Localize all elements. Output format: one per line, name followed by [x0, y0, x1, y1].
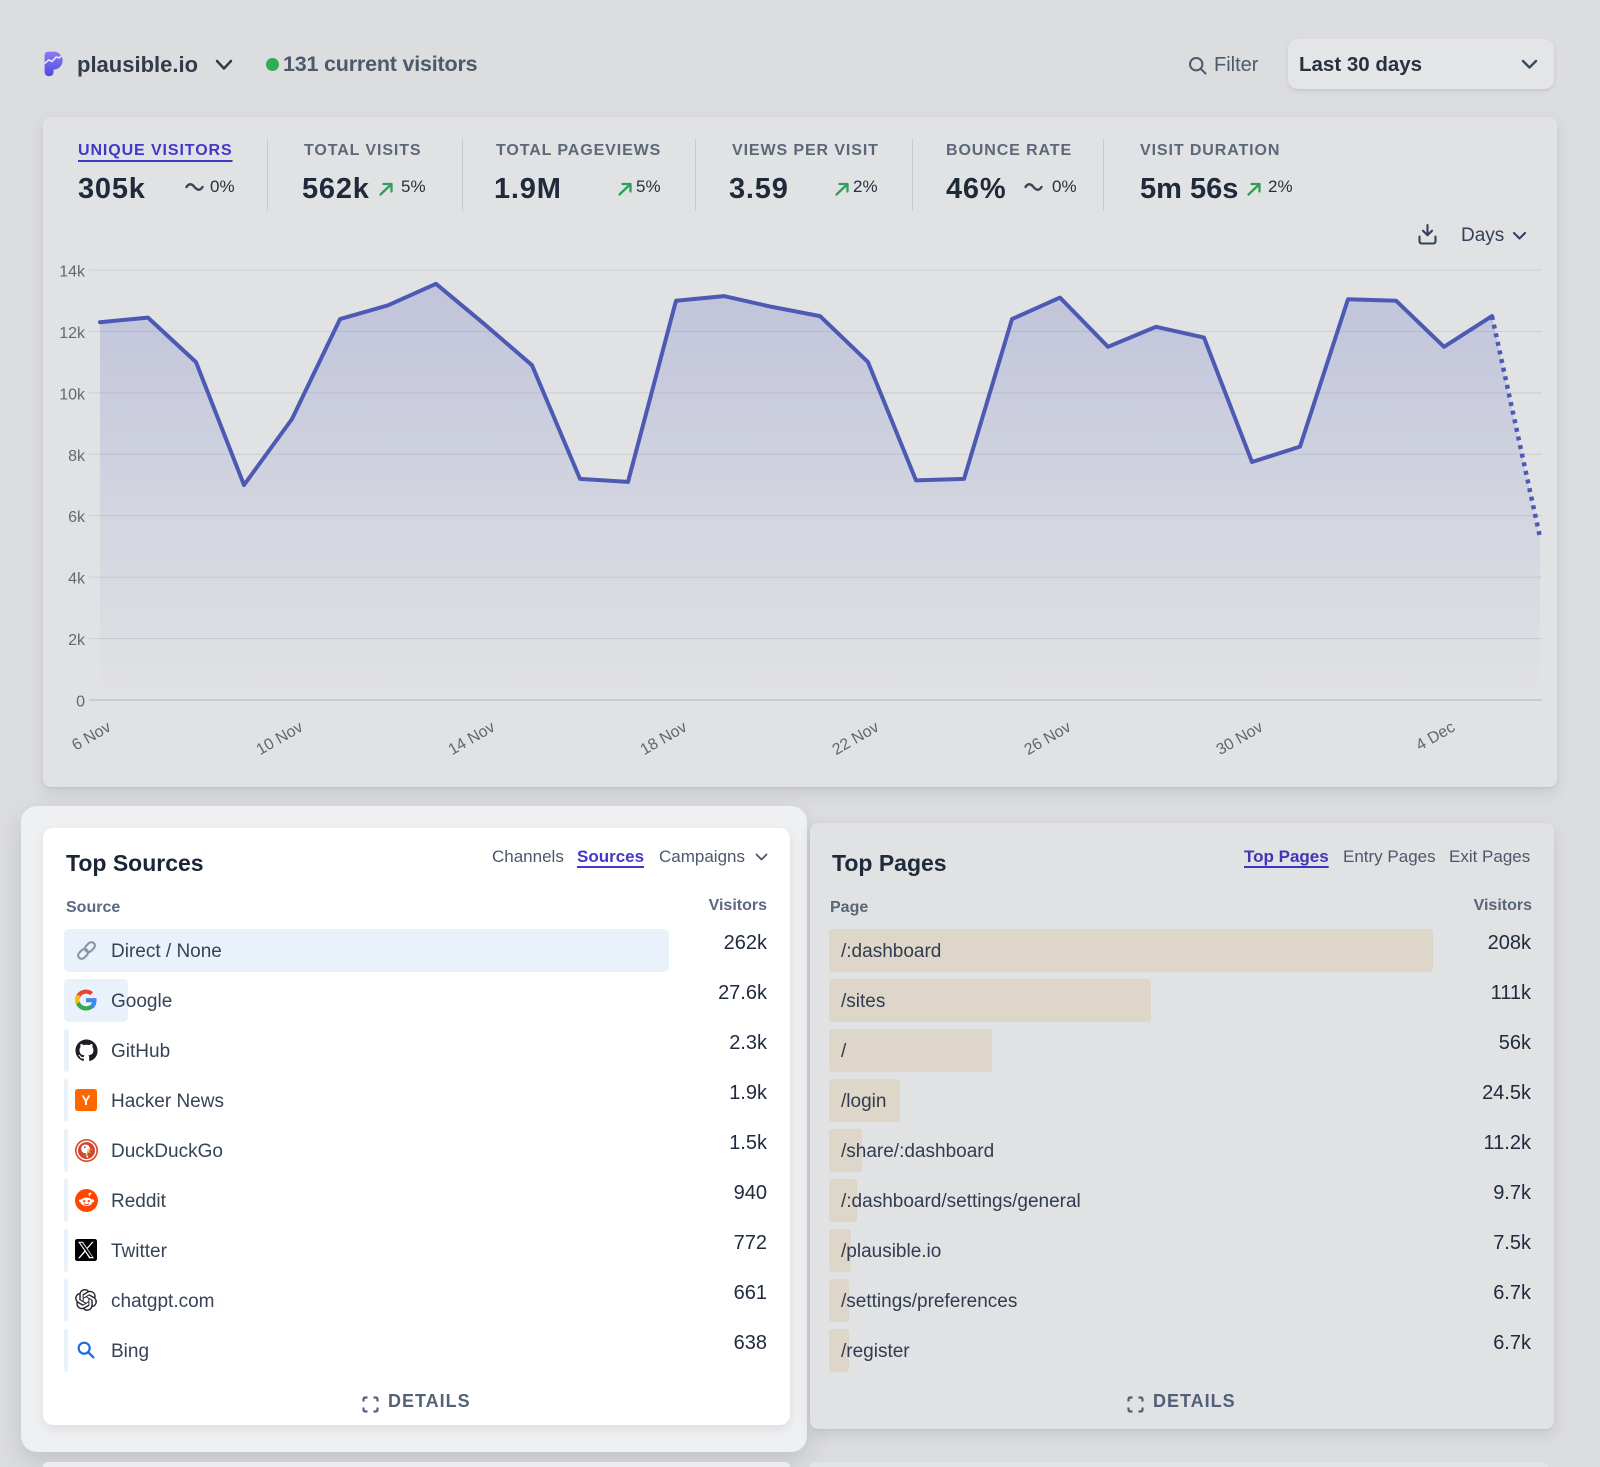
svg-text:6 Nov: 6 Nov: [69, 719, 114, 755]
svg-text:2k: 2k: [68, 632, 86, 649]
svg-text:Y: Y: [81, 1093, 90, 1108]
svg-text:10k: 10k: [59, 386, 86, 403]
svg-text:14 Nov: 14 Nov: [446, 719, 498, 759]
svg-text:12k: 12k: [59, 325, 86, 342]
svg-text:0: 0: [76, 694, 85, 711]
svg-text:10 Nov: 10 Nov: [254, 719, 306, 759]
svg-text:14k: 14k: [59, 263, 86, 280]
svg-text:18 Nov: 18 Nov: [638, 719, 690, 759]
svg-text:6k: 6k: [68, 509, 86, 526]
svg-text:26 Nov: 26 Nov: [1022, 719, 1074, 759]
svg-text:22 Nov: 22 Nov: [830, 719, 882, 759]
svg-text:30 Nov: 30 Nov: [1214, 719, 1266, 759]
svg-text:4k: 4k: [68, 571, 86, 588]
svg-text:8k: 8k: [68, 448, 86, 465]
svg-text:4 Dec: 4 Dec: [1413, 719, 1458, 755]
